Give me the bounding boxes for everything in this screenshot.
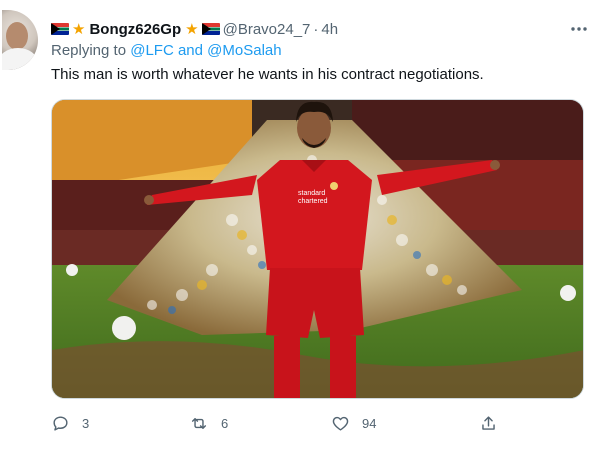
more-horizontal-icon[interactable] [569,19,589,39]
like-action[interactable]: 94 [331,408,376,438]
reply-count: 3 [82,415,90,431]
tweet-media-image[interactable]: standard chartered [51,99,584,399]
replying-to-line: Replying to @LFC and @MoSalah [51,42,282,59]
tweet-actions: 3 6 94 [51,408,521,438]
share-action[interactable] [479,408,498,438]
mention-conjunction: and [177,42,203,59]
south-africa-flag-icon [51,23,69,35]
heart-icon [332,416,349,431]
author-display-name[interactable]: Bongz626Gp [89,21,181,38]
stadium-illustration: standard chartered [52,100,583,398]
mention-mosalah[interactable]: @MoSalah [207,42,281,59]
more-dots-graphic [571,27,587,31]
retweet-count: 6 [221,415,229,431]
like-count: 94 [362,415,377,431]
author-avatar[interactable] [2,10,38,70]
avatar-shirt [2,48,38,70]
reply-icon [53,415,68,431]
tweet-text: This man is worth whatever he wants in h… [51,66,484,83]
sponsor-line-2: chartered [298,198,328,205]
reply-action[interactable]: 3 [51,408,89,438]
avatar-face [6,22,28,50]
retweet-icon [191,417,207,429]
separator-dot: · [313,20,319,38]
tweet-header: ★ Bongz626Gp ★ @Bravo24_7 · 4h [51,19,338,39]
sponsor-line-1: standard [298,190,325,197]
south-africa-flag-icon [201,23,220,35]
share-icon [482,415,495,430]
tweet-timestamp[interactable]: 4h [321,21,338,38]
mention-lfc[interactable]: @LFC [130,42,174,59]
author-handle[interactable]: @Bravo24_7 [223,21,311,38]
retweet-action[interactable]: 6 [189,408,228,438]
star-icon: ★ [185,20,199,38]
replying-to-label: Replying to [51,42,127,59]
star-icon: ★ [72,20,86,38]
